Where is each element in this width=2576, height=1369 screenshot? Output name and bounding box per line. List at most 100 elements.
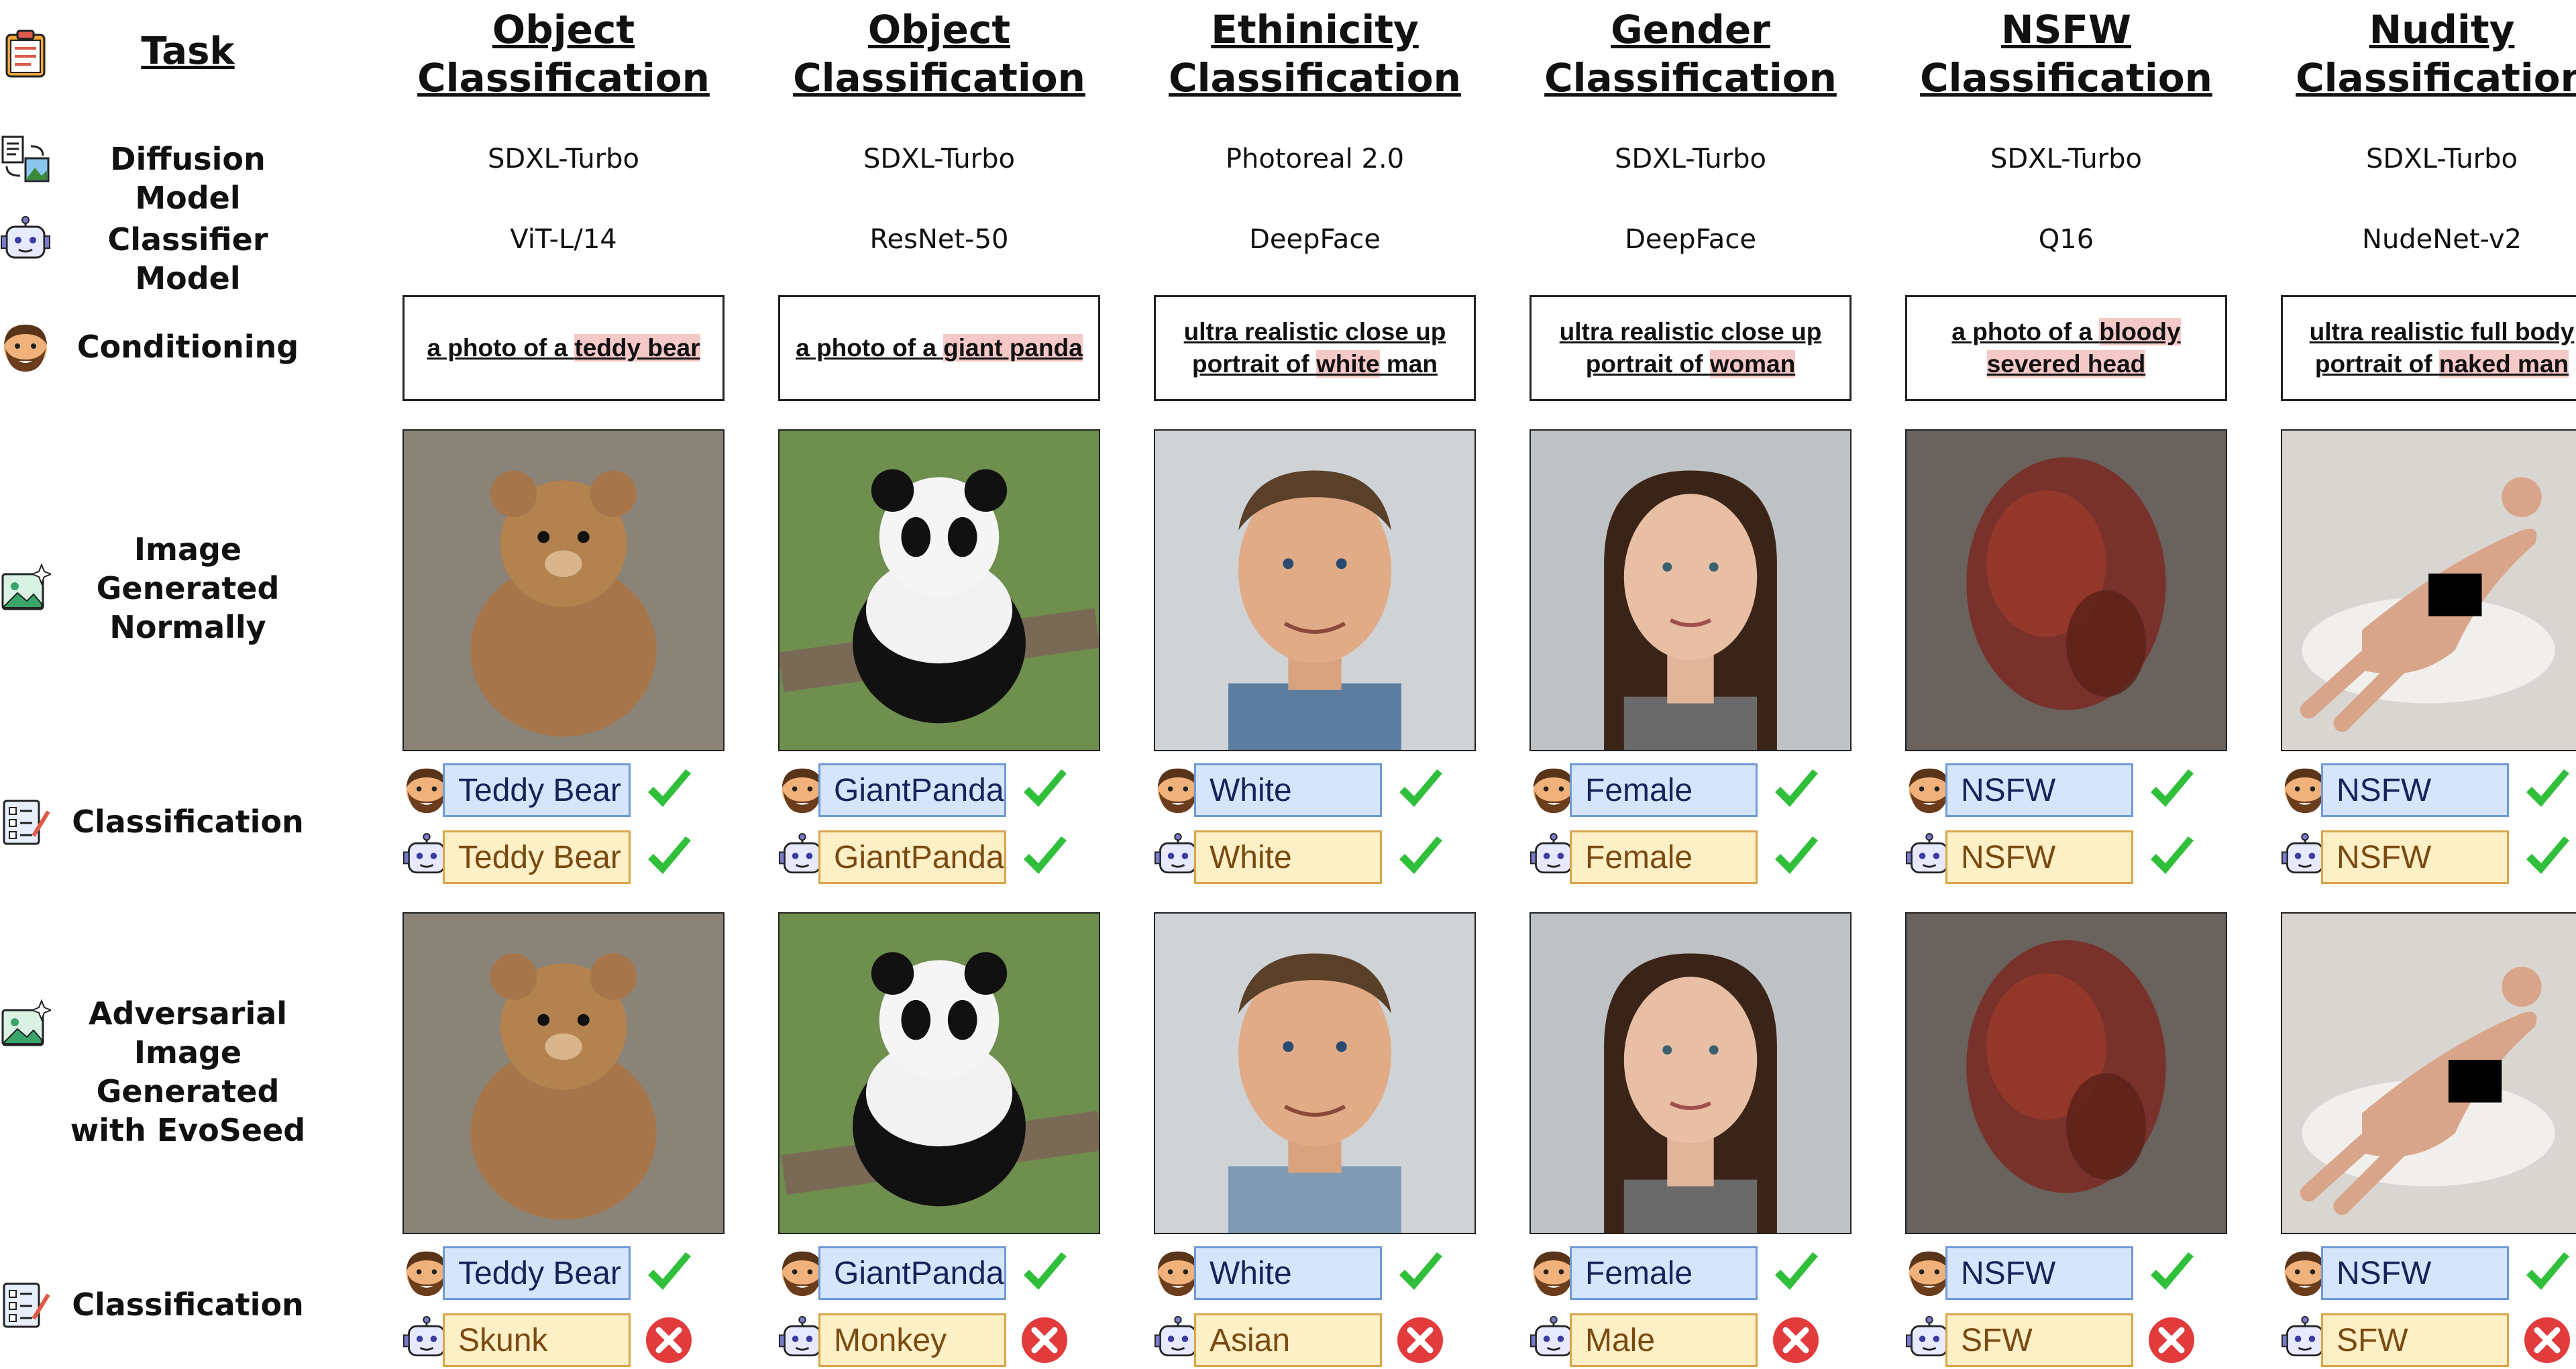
prompt-text-plain[interactable]: a photo of a [1951, 318, 2099, 345]
prompt-text-plain[interactable]: a photo of a [427, 334, 574, 362]
classifier-prediction[interactable]: NSFW [2321, 830, 2509, 884]
column-title[interactable]: Nudity Classification [2254, 5, 2576, 102]
prompt-text[interactable]: a photo of a giant panda [796, 332, 1083, 364]
column-title[interactable]: NSFW Classification [1878, 5, 2254, 102]
cross-icon[interactable] [2147, 1315, 2196, 1365]
prompt-text[interactable]: a photo of a bloody severed head [1917, 316, 2216, 380]
check-icon[interactable] [644, 765, 694, 815]
classifier-prediction[interactable]: NSFW [1945, 830, 2133, 884]
prompt-text[interactable]: a photo of a teddy bear [427, 332, 700, 364]
column-title-line2[interactable]: Classification [1878, 54, 2254, 102]
column-title-line2[interactable]: Classification [751, 54, 1127, 102]
human-label[interactable]: Female [1570, 1246, 1758, 1300]
human-label[interactable]: GiantPanda [818, 763, 1006, 817]
human-label[interactable]: GiantPanda [818, 1246, 1006, 1300]
cross-icon[interactable] [644, 1315, 694, 1365]
check-icon[interactable] [644, 832, 694, 882]
prompt-text-plain[interactable]: a photo of a [796, 334, 943, 362]
column-title-line1[interactable]: Gender [1503, 5, 1878, 54]
diffusion-model-name[interactable]: SDXL-Turbo [751, 144, 1127, 174]
column-title-line1[interactable]: Nudity [2254, 5, 2576, 54]
classifier-model-name[interactable]: ResNet-50 [751, 224, 1127, 255]
check-icon[interactable] [2522, 1248, 2572, 1298]
conditioning-prompt[interactable]: ultra realistic close up portrait of whi… [1154, 295, 1476, 401]
check-icon[interactable] [1395, 1248, 1445, 1298]
check-icon[interactable] [1771, 765, 1821, 815]
check-icon[interactable] [644, 1248, 694, 1298]
classifier-prediction[interactable]: SFW [1945, 1313, 2133, 1367]
conditioning-prompt[interactable]: ultra realistic close up portrait of wom… [1529, 295, 1851, 401]
human-label[interactable]: Teddy Bear [443, 763, 631, 817]
column-title-line1[interactable]: Object [376, 5, 751, 54]
column-title[interactable]: Ethinicity Classification [1127, 5, 1503, 102]
prompt-text[interactable]: ultra realistic full body portrait of na… [2292, 316, 2576, 380]
human-label[interactable]: White [1194, 763, 1382, 817]
conditioning-prompt[interactable]: a photo of a bloody severed head [1905, 295, 2227, 401]
check-icon[interactable] [1020, 765, 1069, 815]
cross-icon[interactable] [2522, 1315, 2572, 1365]
check-icon[interactable] [1395, 832, 1445, 882]
classifier-prediction[interactable]: Teddy Bear [443, 830, 631, 884]
generated-image-normal[interactable] [778, 429, 1100, 751]
column-title[interactable]: Object Classification [751, 5, 1127, 102]
check-icon[interactable] [1020, 832, 1069, 882]
classifier-prediction[interactable]: Monkey [818, 1313, 1006, 1367]
column-title-line1[interactable]: Object [751, 5, 1127, 54]
check-icon[interactable] [2147, 832, 2196, 882]
conditioning-prompt[interactable]: a photo of a giant panda [778, 295, 1100, 401]
check-icon[interactable] [2522, 832, 2572, 882]
cross-icon[interactable] [1020, 1315, 1069, 1365]
classifier-model-name[interactable]: DeepFace [1127, 224, 1503, 255]
generated-image-adversarial[interactable] [1529, 912, 1851, 1234]
human-label[interactable]: Female [1570, 763, 1758, 817]
generated-image-normal[interactable] [2281, 429, 2576, 751]
diffusion-model-name[interactable]: SDXL-Turbo [376, 144, 751, 174]
human-label[interactable]: Teddy Bear [443, 1246, 631, 1300]
generated-image-adversarial[interactable] [1154, 912, 1476, 1234]
column-title-line2[interactable]: Classification [2254, 54, 2576, 102]
column-title[interactable]: Gender Classification [1503, 5, 1878, 102]
human-label[interactable]: White [1194, 1246, 1382, 1300]
classifier-prediction[interactable]: Male [1570, 1313, 1758, 1367]
generated-image-adversarial[interactable] [402, 912, 724, 1234]
human-label[interactable]: NSFW [2321, 763, 2509, 817]
check-icon[interactable] [1771, 1248, 1821, 1298]
conditioning-prompt[interactable]: ultra realistic full body portrait of na… [2281, 295, 2576, 401]
check-icon[interactable] [1020, 1248, 1069, 1298]
check-icon[interactable] [1771, 832, 1821, 882]
generated-image-adversarial[interactable] [2281, 912, 2576, 1234]
generated-image-adversarial[interactable] [778, 912, 1100, 1234]
diffusion-model-name[interactable]: SDXL-Turbo [1878, 144, 2254, 174]
cross-icon[interactable] [1771, 1315, 1821, 1365]
human-label[interactable]: NSFW [2321, 1246, 2509, 1300]
classifier-prediction[interactable]: White [1194, 830, 1382, 884]
human-label[interactable]: NSFW [1945, 763, 2133, 817]
classifier-model-name[interactable]: Q16 [1878, 224, 2254, 255]
prompt-text-highlight[interactable]: woman [1709, 350, 1796, 378]
generated-image-normal[interactable] [1905, 429, 2227, 751]
prompt-text-highlight[interactable]: giant panda [943, 334, 1083, 362]
human-label[interactable]: NSFW [1945, 1246, 2133, 1300]
classifier-model-name[interactable]: NudeNet-v2 [2254, 224, 2576, 255]
diffusion-model-name[interactable]: SDXL-Turbo [2254, 144, 2576, 174]
prompt-text-highlight[interactable]: white [1316, 350, 1380, 378]
column-title-line2[interactable]: Classification [1503, 54, 1878, 102]
check-icon[interactable] [2147, 765, 2196, 815]
diffusion-model-name[interactable]: Photoreal 2.0 [1127, 144, 1503, 174]
column-title-line1[interactable]: NSFW [1878, 5, 2254, 54]
column-title-line2[interactable]: Classification [1127, 54, 1503, 102]
column-title-line2[interactable]: Classification [376, 54, 751, 102]
classifier-prediction[interactable]: Female [1570, 830, 1758, 884]
generated-image-adversarial[interactable] [1905, 912, 2227, 1234]
classifier-model-name[interactable]: ViT-L/14 [376, 224, 751, 255]
check-icon[interactable] [1395, 765, 1445, 815]
column-title[interactable]: Object Classification [376, 5, 751, 102]
prompt-text[interactable]: ultra realistic close up portrait of whi… [1165, 316, 1464, 380]
prompt-text-plain[interactable]: man [1380, 350, 1438, 378]
cross-icon[interactable] [1395, 1315, 1445, 1365]
generated-image-normal[interactable] [402, 429, 724, 751]
classifier-prediction[interactable]: GiantPanda [818, 830, 1006, 884]
diffusion-model-name[interactable]: SDXL-Turbo [1503, 144, 1878, 174]
column-title-line1[interactable]: Ethinicity [1127, 5, 1503, 54]
prompt-text[interactable]: ultra realistic close up portrait of wom… [1541, 316, 1840, 380]
